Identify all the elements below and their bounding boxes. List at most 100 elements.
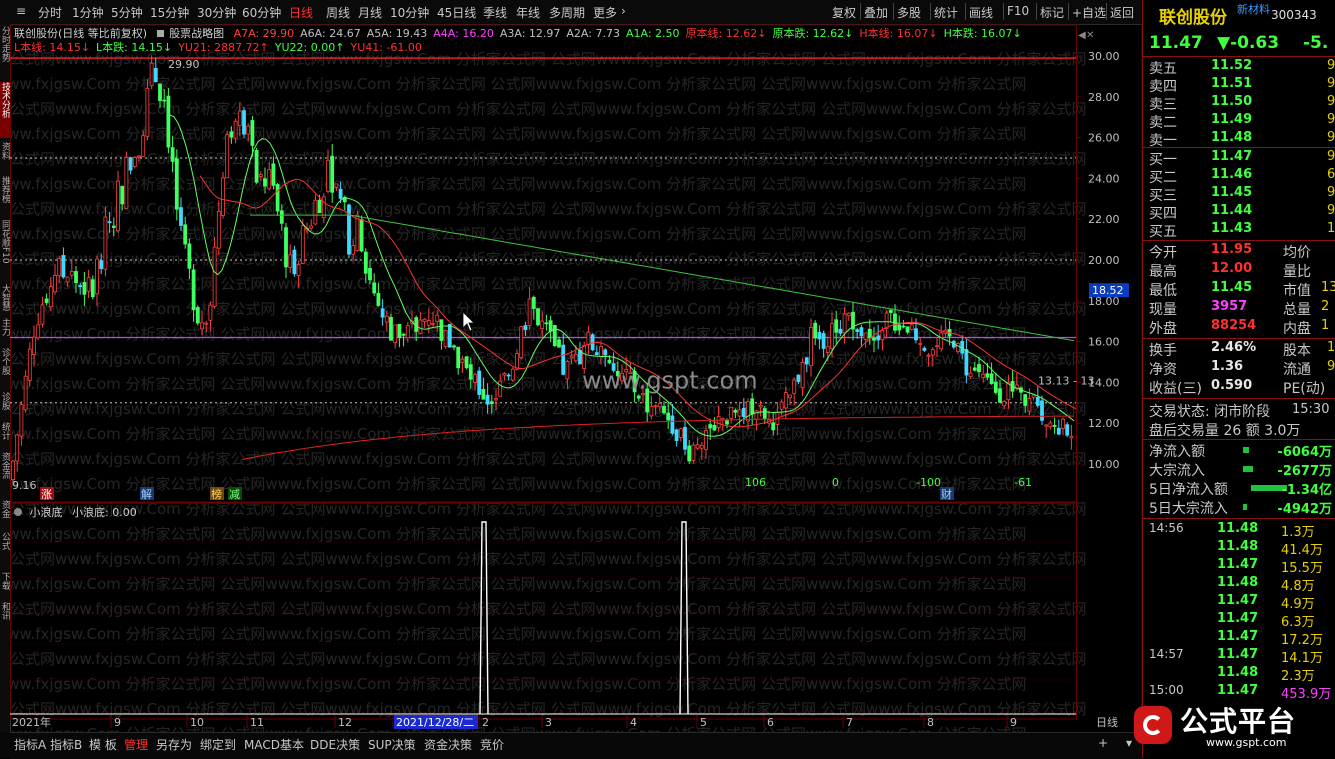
trade-state: 交易状态: 闭市阶段	[1149, 404, 1271, 420]
tick-price: 11.48	[1217, 521, 1259, 536]
candle-body	[515, 353, 519, 370]
period-tab-6[interactable]: 日线	[289, 4, 313, 21]
tick-row: 14:57 11.47 14.1万	[1143, 647, 1335, 666]
candle-body	[111, 225, 116, 228]
watermark-text: 公式网www.fxjgsw.Com 分析家公式网 公式网www.fxjgsw.C…	[10, 175, 1027, 193]
toolbar-tool-7[interactable]: +自选	[1072, 4, 1106, 21]
more-chevron-icon[interactable]: ›	[621, 4, 626, 18]
quote-label: 均价	[1283, 245, 1311, 261]
left-tab-3[interactable]: 推荐榜	[0, 176, 10, 216]
candle-body	[468, 364, 473, 380]
sector-tag[interactable]: 新材料	[1237, 1, 1270, 17]
period-tab-0[interactable]: 分时	[38, 4, 62, 21]
candle-body	[687, 445, 692, 462]
strategy-map-icon[interactable]	[156, 30, 164, 37]
toolbar-tool-1[interactable]: 叠加	[864, 4, 888, 21]
toolbar-tool-4[interactable]: 画线	[969, 4, 993, 21]
period-tab-14[interactable]: 更多	[593, 4, 617, 21]
period-tab-9[interactable]: 10分钟	[390, 4, 429, 21]
menu-icon[interactable]: ≡	[16, 4, 26, 18]
left-tab-12[interactable]: 公式	[0, 532, 10, 568]
left-tab-11[interactable]: 资金	[0, 500, 10, 528]
bottom-tab-4[interactable]: 另存为	[156, 736, 192, 753]
sub-chart-value: 小浪底: 0.00	[72, 506, 137, 519]
period-tab-4[interactable]: 30分钟	[197, 4, 236, 21]
period-tab-5[interactable]: 60分钟	[242, 4, 281, 21]
kline-chart[interactable]: 公式网www.fxjgsw.Com 分析家公式网 公式网www.fxjgsw.C…	[10, 24, 1142, 732]
left-tab-2[interactable]: 资料	[0, 142, 10, 172]
order-book-label: 卖二	[1149, 115, 1177, 131]
toolbar-tool-2[interactable]: 多股	[897, 4, 921, 21]
period-indicator[interactable]: 日线	[1096, 715, 1118, 729]
left-tab-6[interactable]: 主力	[0, 318, 10, 344]
watermark-text: 公式网www.fxjgsw.Com 分析家公式网 公式网www.fxjgsw.C…	[10, 200, 1087, 218]
bottom-tab-7[interactable]: DDE决策	[310, 736, 360, 753]
left-tab-8[interactable]: 诊股	[0, 392, 10, 418]
quote-value: 12.00	[1211, 261, 1253, 276]
toolbar-tool-3[interactable]: 统计	[934, 4, 958, 21]
period-tab-3[interactable]: 15分钟	[150, 4, 189, 21]
candle-body	[1040, 400, 1044, 421]
left-tab-9[interactable]: 统计	[0, 422, 10, 448]
candle-body	[321, 196, 326, 219]
fund-flow-row: 大宗流入 -2677万	[1143, 460, 1335, 479]
candle-body	[792, 379, 797, 394]
bottom-tab-1[interactable]: 指标B	[50, 736, 82, 753]
bottom-tab-10[interactable]: 竞价	[480, 736, 504, 753]
close-icon[interactable]: ✕	[1086, 30, 1094, 41]
toolbar-divider	[1003, 3, 1004, 20]
fund-flow-row: 5日净流入额 -1.34亿	[1143, 479, 1335, 498]
toolbar-tool-6[interactable]: 标记	[1040, 4, 1064, 21]
left-tab-4[interactable]: 同花顺F10	[0, 220, 10, 280]
candle-body	[888, 309, 893, 313]
candle-body	[691, 444, 696, 461]
left-tab-10[interactable]: 资金流	[0, 452, 10, 496]
period-tab-11[interactable]: 季线	[483, 4, 507, 21]
signal-value-label: -100	[916, 476, 941, 489]
stock-code: 300343	[1271, 8, 1317, 22]
x-tick-label: 2021/12/28/二	[396, 716, 474, 729]
left-tab-1[interactable]: 技术分析	[0, 82, 10, 138]
bottom-tab-5[interactable]: 绑定到	[200, 736, 236, 753]
bottom-tab-3[interactable]: 管理	[124, 736, 148, 753]
left-tab-13[interactable]: 下载	[0, 572, 10, 598]
left-tab-14[interactable]: 和讯	[0, 602, 10, 628]
toolbar-tool-5[interactable]: F10	[1007, 4, 1029, 18]
add-tab-button[interactable]: +	[1098, 736, 1108, 750]
price-change: ▼-0.63	[1217, 33, 1280, 53]
candle-body	[544, 322, 549, 325]
left-tab-5[interactable]: 大智慧	[0, 284, 10, 314]
toolbar-tool-0[interactable]: 复权	[832, 4, 856, 21]
candle-body	[284, 227, 288, 268]
indicator-value: L本线: 14.15↓	[14, 41, 91, 54]
candle-body	[82, 281, 87, 295]
candle-body	[695, 444, 700, 449]
left-tab-0[interactable]: 分时走势	[0, 26, 10, 78]
collapse-left-icon[interactable]: ◀	[1078, 30, 1086, 41]
toolbar-tool-8[interactable]: 返回	[1110, 4, 1134, 21]
order-book-label: 卖三	[1149, 97, 1177, 113]
bottom-tab-6[interactable]: MACD基本	[244, 736, 304, 753]
tick-volume: 17.2万	[1281, 633, 1323, 648]
period-tab-8[interactable]: 月线	[358, 4, 382, 21]
bottom-tab-2[interactable]: 模 板	[89, 736, 117, 753]
bottom-tab-0[interactable]: 指标A	[14, 736, 46, 753]
candle-body	[65, 276, 70, 283]
left-tab-7[interactable]: 诊个股	[0, 348, 10, 388]
period-tab-12[interactable]: 年线	[516, 4, 540, 21]
period-tab-10[interactable]: 45日线	[437, 4, 476, 21]
period-tab-13[interactable]: 多周期	[549, 4, 585, 21]
period-tab-7[interactable]: 周线	[326, 4, 350, 21]
sub-chart-menu-icon[interactable]	[14, 508, 22, 516]
period-tab-2[interactable]: 5分钟	[111, 4, 143, 21]
period-tab-1[interactable]: 1分钟	[72, 4, 104, 21]
bottom-tab-8[interactable]: SUP决策	[368, 736, 416, 753]
candle-body	[187, 243, 192, 269]
candle-body	[1023, 394, 1028, 406]
candle-body	[86, 277, 91, 292]
logo-icon	[1134, 706, 1172, 744]
tick-price: 11.47	[1217, 683, 1259, 698]
bottom-tab-9[interactable]: 资金决策	[424, 736, 472, 753]
candle-body	[599, 345, 603, 357]
order-book-row: 卖一 11.48 9	[1143, 130, 1335, 149]
